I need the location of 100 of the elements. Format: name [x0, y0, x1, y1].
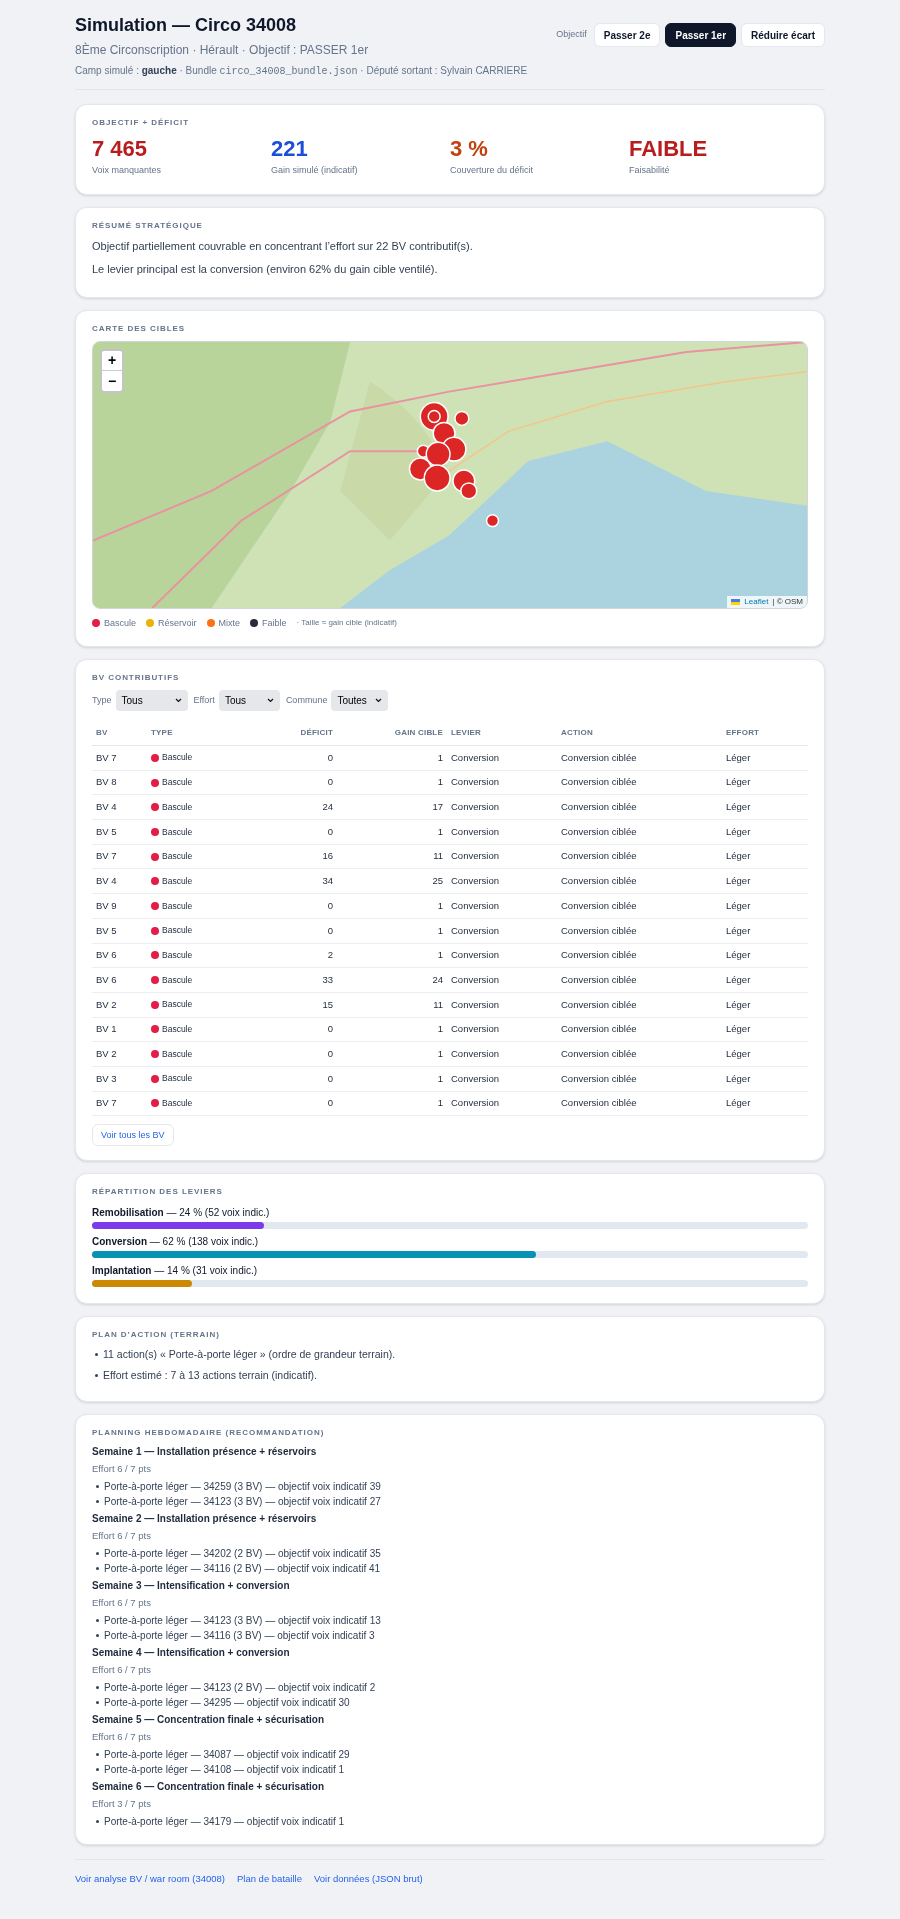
- legend-label: Réservoir: [158, 616, 197, 630]
- table-cell: Léger: [722, 794, 808, 820]
- kpi-label: Faisabilité: [629, 164, 671, 177]
- table-cell: BV 7: [92, 745, 147, 771]
- table-cell: 11: [337, 992, 447, 1018]
- table-cell: Bascule: [162, 924, 193, 938]
- table-cell: 1: [337, 918, 447, 943]
- table-cell: Conversion ciblée: [557, 868, 722, 894]
- table-cell: Léger: [722, 943, 808, 968]
- page-subtitle: 8Ème Circonscription · Hérault · Objectif : PASSER 1er: [75, 41, 370, 59]
- footer-link[interactable]: Voir données (JSON brut): [313, 1871, 423, 1887]
- table-cell: Léger: [722, 918, 808, 943]
- legend-label: Bascule: [104, 616, 137, 630]
- week-task: Porte-à-porte léger — 34116 (3 BV) — objectif voix indicatif 3: [104, 1628, 375, 1643]
- column-header: GAIN CIBLE: [337, 721, 447, 746]
- table-cell: BV 7: [92, 844, 147, 869]
- week-task: Porte-à-porte léger — 34202 (2 BV) — objectif voix indicatif 35: [104, 1546, 381, 1561]
- table-cell: BV 8: [92, 770, 147, 795]
- week-task: Porte-à-porte léger — 34259 (3 BV) — objectif voix indicatif 39: [104, 1479, 381, 1494]
- table-cell: Conversion: [447, 1017, 557, 1042]
- filter-select[interactable]: Toutes: [331, 690, 388, 711]
- table-cell: BV 6: [92, 967, 147, 993]
- table-cell: 0: [257, 1066, 337, 1092]
- column-header: EFFORT: [722, 721, 808, 746]
- week-title: Semaine 4 — Intensification + conversion: [92, 1645, 291, 1660]
- plan-item: Effort estimé : 7 à 13 actions terrain (indicatif).: [103, 1368, 317, 1384]
- table-cell: Bascule: [162, 850, 193, 863]
- kpi-label: Voix manquantes: [92, 164, 163, 177]
- table-cell: Conversion ciblée: [557, 819, 722, 845]
- section-title: RÉPARTITION DES LEVIERS: [92, 1186, 224, 1199]
- lever-label: Remobilisation — 24 % (52 voix indic.): [92, 1207, 270, 1219]
- bullet-icon: [95, 1353, 98, 1357]
- kpi-label: Couverture du déficit: [450, 164, 535, 177]
- column-header: TYPE: [147, 721, 257, 746]
- table-cell: Léger: [722, 967, 808, 993]
- table-cell: Léger: [722, 992, 808, 1018]
- table-cell: 16: [257, 844, 337, 869]
- zoom-out-button[interactable]: −: [102, 370, 122, 391]
- section-title: BV CONTRIBUTIFS: [92, 672, 181, 684]
- footer-link[interactable]: Plan de bataille: [236, 1871, 302, 1887]
- table-cell: BV 7: [92, 1091, 147, 1116]
- table-cell: Léger: [722, 1017, 808, 1042]
- table-cell: BV 5: [92, 819, 147, 845]
- section-title: CARTE DES CIBLES: [92, 322, 187, 335]
- bullet-icon: [95, 1374, 98, 1378]
- table-cell: 0: [257, 745, 337, 771]
- leaflet-link[interactable]: Leaflet: [744, 595, 769, 608]
- week-task: Porte-à-porte léger — 34087 — objectif voix indicatif 29: [104, 1747, 350, 1762]
- section-title: PLAN D’ACTION (TERRAIN): [92, 1329, 221, 1342]
- objective-button[interactable]: Réduire écart: [741, 23, 825, 47]
- legend-label: Mixte: [218, 616, 241, 630]
- table-cell: Conversion ciblée: [557, 1066, 722, 1092]
- table-cell: Conversion: [447, 1091, 557, 1116]
- table-cell: Conversion ciblée: [557, 918, 722, 943]
- week-task: Porte-à-porte léger — 34108 — objectif voix indicatif 1: [104, 1762, 345, 1777]
- table-cell: Léger: [722, 1091, 808, 1116]
- week-task: Porte-à-porte léger — 34116 (2 BV) — objectif voix indicatif 41: [104, 1561, 381, 1576]
- table-cell: Bascule: [162, 1047, 193, 1061]
- table-cell: Conversion ciblée: [557, 992, 722, 1018]
- table-cell: Conversion ciblée: [557, 1017, 722, 1042]
- table-cell: 24: [257, 794, 337, 820]
- table-cell: 0: [257, 770, 337, 795]
- table-cell: BV 4: [92, 794, 147, 820]
- objective-button[interactable]: Passer 1er: [665, 23, 737, 47]
- table-cell: BV 5: [92, 918, 147, 943]
- table-cell: Bascule: [162, 825, 193, 839]
- legend-note: · Taille ≈ gain cible (indicatif): [296, 617, 397, 630]
- table-cell: BV 2: [92, 1041, 147, 1067]
- column-header: LEVIER: [447, 721, 557, 746]
- table-cell: 24: [337, 967, 447, 993]
- bullet-icon: [96, 1484, 99, 1488]
- table-cell: Léger: [722, 844, 808, 869]
- table-cell: 1: [337, 819, 447, 845]
- table-cell: Conversion: [447, 819, 557, 845]
- table-cell: 0: [257, 819, 337, 845]
- table-cell: Conversion ciblée: [557, 967, 722, 993]
- week-title: Semaine 1 — Installation présence + réservoirs: [92, 1444, 318, 1459]
- filter-label: Effort: [193, 693, 215, 707]
- kpi-label: Gain simulé (indicatif): [271, 164, 359, 177]
- objective-button[interactable]: Passer 2e: [593, 23, 661, 47]
- table-cell: 0: [257, 918, 337, 943]
- table-cell: Léger: [722, 819, 808, 845]
- table-cell: 1: [337, 943, 447, 968]
- table-cell: Bascule: [162, 899, 193, 913]
- table-cell: Bascule: [162, 751, 193, 765]
- zoom-in-button[interactable]: +: [102, 350, 122, 371]
- week-effort: Effort 6 / 7 pts: [92, 1662, 152, 1676]
- table-cell: Conversion: [447, 943, 557, 968]
- filter-select[interactable]: Tous: [115, 690, 188, 711]
- week-task: Porte-à-porte léger — 34123 (2 BV) — objectif voix indicatif 2: [104, 1680, 376, 1695]
- table-cell: Conversion ciblée: [557, 943, 722, 968]
- show-all-button[interactable]: Voir tous les BV: [92, 1124, 174, 1147]
- week-effort: Effort 6 / 7 pts: [92, 1595, 152, 1609]
- week-effort: Effort 6 / 7 pts: [92, 1528, 152, 1542]
- filter-select[interactable]: Tous: [218, 690, 280, 711]
- table-cell: BV 3: [92, 1066, 147, 1092]
- table-cell: Conversion: [447, 844, 557, 869]
- bullet-icon: [96, 1618, 99, 1622]
- table-cell: Conversion: [447, 918, 557, 943]
- footer-link[interactable]: Voir analyse BV / war room (34008): [75, 1871, 225, 1887]
